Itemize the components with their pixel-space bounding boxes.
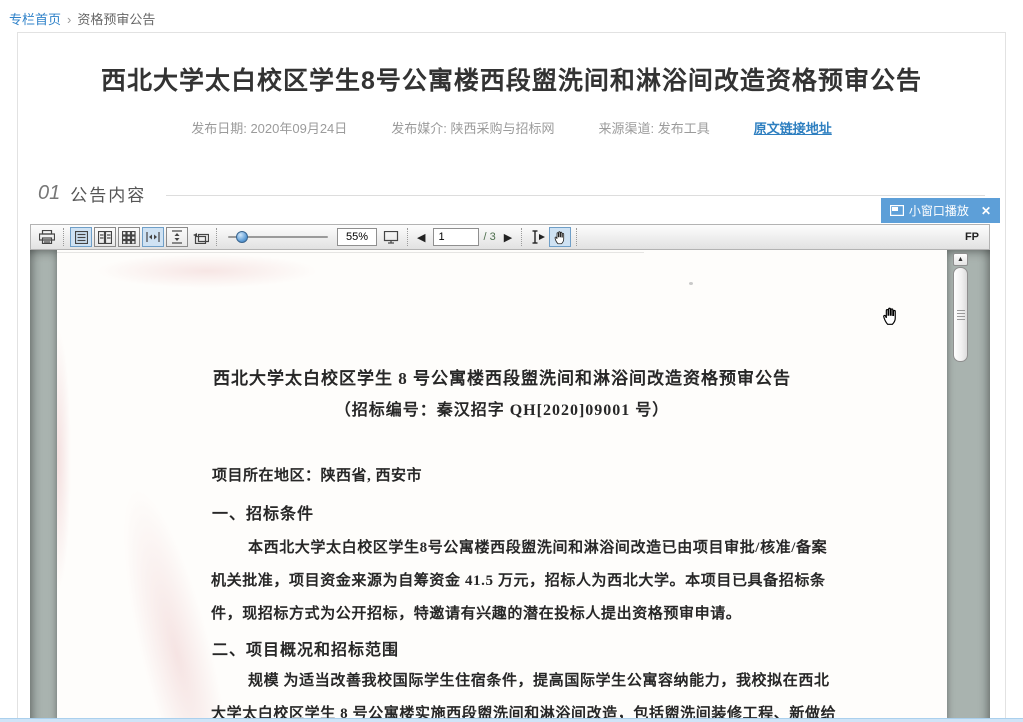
print-button[interactable] [36, 227, 58, 247]
bottom-divider-strip [0, 718, 1023, 722]
document-tender-number: （招标编号：秦汉招字 QH[2020]09001 号） [57, 396, 947, 420]
article-meta: 发布日期: 2020年09月24日 发布媒介: 陕西采购与招标网 来源渠道: 发… [18, 118, 1005, 137]
document-section2-heading: 二、项目概况和招标范围 [212, 636, 399, 660]
toolbar-separator [216, 228, 217, 246]
page-flip-mode-button[interactable] [189, 227, 211, 247]
hand-pan-tool-button[interactable] [549, 227, 571, 247]
scan-artifact [57, 252, 644, 253]
scrollbar-grip [957, 310, 965, 322]
toolbar-separator [521, 228, 522, 246]
section-header: 01 公告内容 [38, 179, 985, 207]
zoom-level-input[interactable] [337, 228, 377, 246]
document-title: 西北大学太白校区学生 8 号公寓楼西段盥洗间和淋浴间改造资格预审公告 [57, 364, 947, 389]
thumbnail-grid-view-button[interactable] [118, 227, 140, 247]
document-paragraph-line: 机关批准，项目资金来源为自筹资金 41.5 万元，招标人为西北大学。本项目已具备… [211, 569, 826, 590]
page: 专栏首页 › 资格预审公告 西北大学太白校区学生8号公寓楼西段盥洗间和淋浴间改造资格… [0, 0, 1023, 722]
pdf-stage: 西北大学太白校区学生 8 号公寓楼西段盥洗间和淋浴间改造资格预审公告 （招标编号… [30, 250, 990, 722]
toolbar-separator [407, 228, 408, 246]
next-page-button[interactable]: ▶ [500, 231, 516, 244]
original-link[interactable]: 原文链接地址 [754, 118, 832, 137]
page-total-label: / 3 [483, 231, 495, 243]
document-paragraph-line: 件，现招标方式为公开招标，特邀请有兴趣的潜在投标人提出资格预审申请。 [211, 602, 741, 623]
previous-page-button[interactable]: ◀ [413, 231, 429, 244]
close-icon[interactable]: ✕ [981, 204, 991, 218]
text-select-tool-button[interactable] [527, 227, 549, 247]
toolbar-separator [576, 228, 577, 246]
breadcrumb: 专栏首页 › 资格预审公告 [9, 9, 155, 28]
scan-artifact [97, 254, 317, 288]
page-number-input[interactable] [433, 228, 479, 246]
meta-source-channel: 来源渠道: 发布工具 [599, 118, 710, 137]
window-icon [890, 205, 904, 216]
fit-height-button[interactable] [166, 227, 188, 247]
zoom-slider-knob[interactable] [236, 231, 248, 243]
document-paragraph-line: 规模 为适当改善我校国际学生住宿条件，提高国际学生公寓容纳能力，我校拟在西北 [248, 669, 830, 690]
two-page-view-button[interactable] [94, 227, 116, 247]
scrollbar-thumb[interactable] [953, 267, 968, 362]
single-page-view-button[interactable] [70, 227, 92, 247]
meta-publish-date: 发布日期: 2020年09月24日 [191, 118, 347, 137]
meta-publish-media: 发布媒介: 陕西采购与招标网 [391, 118, 554, 137]
section-number: 01 [38, 182, 60, 205]
breadcrumb-separator: › [67, 12, 71, 27]
section-title: 公告内容 [70, 181, 146, 206]
viewer-brand-label: FP [965, 231, 979, 243]
document-project-location: 项目所在地区：陕西省, 西安市 [212, 464, 422, 485]
scrollbar-up-button[interactable]: ▲ [953, 253, 968, 266]
small-window-play-button[interactable]: 小窗口播放 ✕ [881, 198, 1000, 223]
section-divider [166, 195, 985, 196]
fullscreen-button[interactable] [380, 227, 402, 247]
pdf-page[interactable]: 西北大学太白校区学生 8 号公寓楼西段盥洗间和淋浴间改造资格预审公告 （招标编号… [57, 250, 947, 722]
zoom-slider[interactable] [226, 227, 330, 247]
scan-artifact [689, 282, 693, 285]
document-paragraph-line: 本西北大学太白校区学生8号公寓楼西段盥洗间和淋浴间改造已由项目审批/核准/备案 [248, 536, 827, 557]
pdf-toolbar: ◀ / 3 ▶ FP [30, 224, 990, 250]
document-section1-heading: 一、招标条件 [212, 500, 314, 524]
page-title: 西北大学太白校区学生8号公寓楼西段盥洗间和淋浴间改造资格预审公告 [18, 61, 1005, 97]
breadcrumb-current: 资格预审公告 [77, 12, 155, 27]
small-window-play-label: 小窗口播放 [909, 202, 969, 219]
fit-width-button[interactable] [142, 227, 164, 247]
breadcrumb-home-link[interactable]: 专栏首页 [9, 12, 61, 27]
toolbar-separator [63, 228, 64, 246]
